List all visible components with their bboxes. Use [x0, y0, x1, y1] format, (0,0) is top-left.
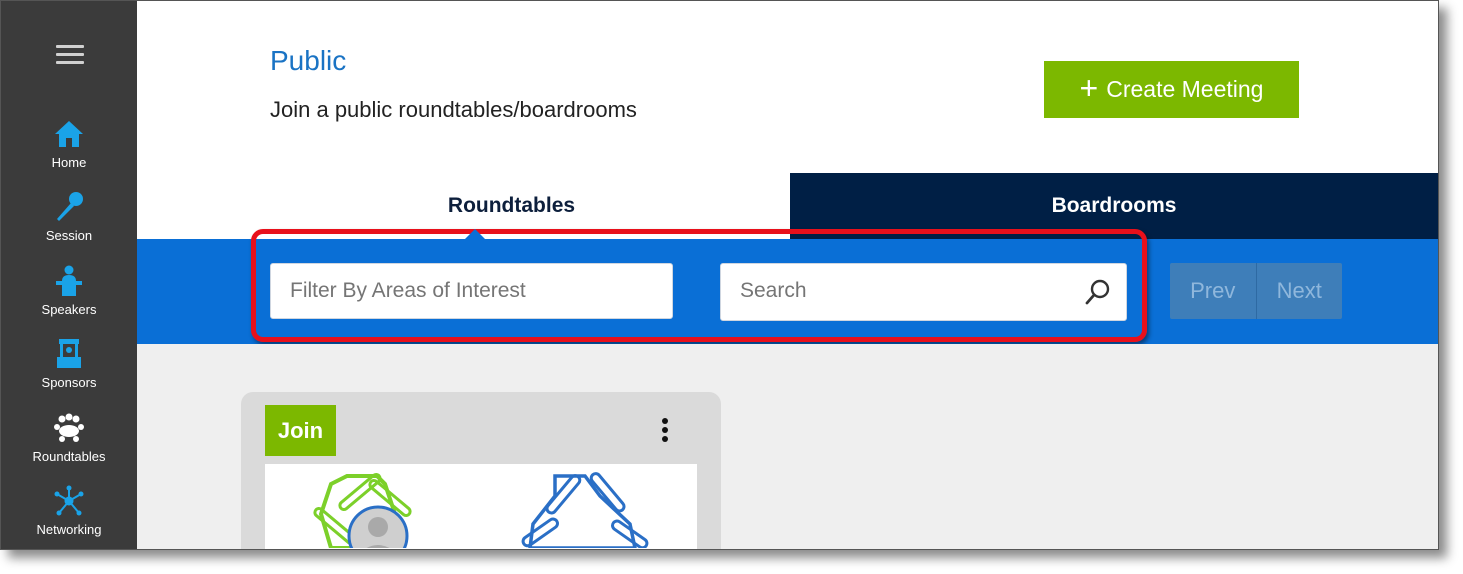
sidebar-item-session[interactable]: Session	[1, 190, 137, 243]
podium-icon	[56, 265, 82, 296]
page-title: Public	[270, 45, 347, 76]
sidebar-item-label: Sponsors	[41, 375, 97, 390]
tab-boardrooms[interactable]: Boardrooms	[790, 173, 1438, 239]
sidebar-item-label: Session	[45, 228, 93, 243]
create-meeting-button[interactable]: + Create Meeting	[1044, 61, 1299, 118]
group-icon	[54, 413, 84, 442]
tab-roundtables[interactable]: Roundtables	[233, 173, 790, 239]
plus-icon: +	[1079, 69, 1099, 106]
content-area: Join	[137, 344, 1438, 549]
interest-filter-input[interactable]	[270, 263, 673, 319]
more-options-icon[interactable]	[659, 418, 671, 448]
search-box	[720, 263, 1127, 321]
main-panel: Public Join a public roundtables/boardro…	[137, 1, 1438, 549]
prev-button[interactable]: Prev	[1170, 263, 1257, 319]
sidebar-item-label: Home	[51, 155, 87, 170]
sidebar-item-home[interactable]: Home	[1, 117, 137, 170]
sidebar-item-label: Networking	[36, 522, 102, 537]
pager: Prev Next	[1170, 263, 1342, 319]
home-icon	[55, 121, 83, 147]
sidebar-item-roundtables[interactable]: Roundtables	[1, 411, 137, 464]
join-button[interactable]: Join	[265, 405, 336, 456]
blue-table-icon	[521, 472, 649, 549]
next-button[interactable]: Next	[1257, 263, 1343, 319]
search-input[interactable]	[721, 264, 1071, 318]
roundtable-card: Join	[241, 392, 721, 549]
sidebar-item-label: Speakers	[41, 302, 97, 317]
sidebar: Home Session Speakers Sponsors Roundtabl…	[1, 1, 137, 549]
menu-icon[interactable]	[56, 45, 84, 65]
active-tab-pointer	[464, 229, 486, 240]
page-subtitle: Join a public roundtables/boardrooms	[270, 97, 637, 122]
microphone-icon	[57, 192, 83, 221]
create-meeting-label: Create Meeting	[1106, 76, 1264, 102]
search-icon[interactable]	[1084, 278, 1112, 306]
sidebar-item-networking[interactable]: Networking	[1, 484, 137, 537]
sidebar-item-speakers[interactable]: Speakers	[1, 264, 137, 317]
filter-bar: Prev Next	[137, 229, 1438, 344]
app-window: Home Session Speakers Sponsors Roundtabl…	[0, 0, 1439, 550]
sidebar-item-label: Roundtables	[32, 449, 106, 464]
booth-icon	[57, 339, 81, 368]
table-layout-illustration	[313, 472, 649, 549]
table-preview	[265, 464, 697, 549]
network-icon	[54, 485, 84, 516]
green-table-icon	[313, 473, 412, 549]
sidebar-item-sponsors[interactable]: Sponsors	[1, 337, 137, 390]
